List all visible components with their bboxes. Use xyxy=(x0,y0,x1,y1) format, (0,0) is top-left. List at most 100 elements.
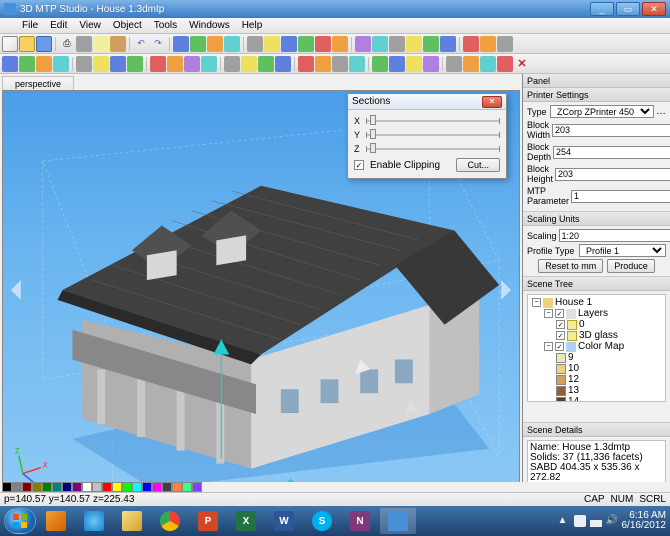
taskbar-word[interactable]: W xyxy=(266,508,302,534)
zoom-icon[interactable] xyxy=(76,56,92,72)
menu-file[interactable]: File xyxy=(16,20,44,31)
render-icon[interactable] xyxy=(184,56,200,72)
reset-button[interactable]: Reset to mm xyxy=(538,259,603,273)
sections-dialog[interactable]: Sections ✕ X Y Z xyxy=(347,93,507,179)
menu-tools[interactable]: Tools xyxy=(148,20,183,31)
texture-icon[interactable] xyxy=(349,56,365,72)
close-button[interactable]: ✕ xyxy=(642,2,666,16)
tool-e-icon[interactable] xyxy=(315,36,331,52)
extra-b-icon[interactable] xyxy=(463,56,479,72)
tool-h-icon[interactable] xyxy=(372,36,388,52)
tree-colormap-item[interactable]: 9 xyxy=(554,352,663,363)
color-swatch[interactable] xyxy=(82,482,92,492)
snap-icon[interactable] xyxy=(224,56,240,72)
taskbar-app-active[interactable] xyxy=(380,508,416,534)
close-document-icon[interactable]: ✕ xyxy=(514,56,530,72)
tool-k-icon[interactable] xyxy=(423,36,439,52)
redo-icon[interactable]: ↷ xyxy=(150,36,166,52)
pan-icon[interactable] xyxy=(93,56,109,72)
start-button[interactable] xyxy=(4,508,36,534)
color-swatch[interactable] xyxy=(22,482,32,492)
menu-view[interactable]: View xyxy=(73,20,107,31)
view-side-icon[interactable] xyxy=(36,56,52,72)
tree-colormap-item[interactable]: 12 xyxy=(554,374,663,385)
align-icon[interactable] xyxy=(241,56,257,72)
tool-a-icon[interactable] xyxy=(247,36,263,52)
menu-edit[interactable]: Edit xyxy=(44,20,73,31)
printer-type-select[interactable]: ZCorp ZPrinter 450 xyxy=(550,105,654,118)
color-swatch[interactable] xyxy=(182,482,192,492)
move-icon[interactable] xyxy=(190,36,206,52)
taskbar-excel[interactable]: X xyxy=(228,508,264,534)
3d-viewport[interactable]: x z y Sections ✕ X xyxy=(2,90,520,490)
color-swatch[interactable] xyxy=(42,482,52,492)
rotate-icon[interactable] xyxy=(207,36,223,52)
tool-l-icon[interactable] xyxy=(440,36,456,52)
tool-d-icon[interactable] xyxy=(298,36,314,52)
tray-network-icon[interactable] xyxy=(590,515,602,527)
tree-layer-0[interactable]: ✓0 xyxy=(554,319,663,330)
tree-root[interactable]: −House 1 xyxy=(530,297,663,308)
sections-close-button[interactable]: ✕ xyxy=(482,96,502,108)
block-depth-input[interactable] xyxy=(553,146,670,159)
tool-c-icon[interactable] xyxy=(281,36,297,52)
section-x-slider[interactable] xyxy=(366,120,500,122)
cut-icon[interactable] xyxy=(76,36,92,52)
settings-icon[interactable] xyxy=(406,56,422,72)
section-y-slider[interactable] xyxy=(366,134,500,136)
measure-icon[interactable] xyxy=(258,56,274,72)
color-swatch[interactable] xyxy=(192,482,202,492)
menu-object[interactable]: Object xyxy=(107,20,148,31)
color-swatch[interactable] xyxy=(2,482,12,492)
shade-icon[interactable] xyxy=(150,56,166,72)
scale-icon[interactable] xyxy=(224,36,240,52)
save-icon[interactable] xyxy=(36,36,52,52)
tool-f-icon[interactable] xyxy=(332,36,348,52)
color-swatch[interactable] xyxy=(112,482,122,492)
color-swatch[interactable] xyxy=(152,482,162,492)
open-icon[interactable] xyxy=(19,36,35,52)
tree-colormap-item[interactable]: 14 xyxy=(554,396,663,402)
section-z-slider[interactable] xyxy=(366,148,500,150)
taskbar-explorer[interactable] xyxy=(114,508,150,534)
block-height-input[interactable] xyxy=(555,168,670,181)
grid-icon[interactable] xyxy=(201,56,217,72)
color-swatch[interactable] xyxy=(52,482,62,492)
taskbar-onenote[interactable]: N xyxy=(342,508,378,534)
tool-n-icon[interactable] xyxy=(480,36,496,52)
taskbar-media-player[interactable] xyxy=(38,508,74,534)
print-icon[interactable]: ⎙ xyxy=(59,36,75,52)
taskbar-ie[interactable] xyxy=(76,508,112,534)
tree-layers[interactable]: −✓Layers xyxy=(542,308,663,319)
viewport-tab[interactable]: perspective xyxy=(2,76,74,90)
view-persp-icon[interactable] xyxy=(53,56,69,72)
tool-b-icon[interactable] xyxy=(264,36,280,52)
color-swatch[interactable] xyxy=(62,482,72,492)
minimize-button[interactable]: _ xyxy=(590,2,614,16)
tree-colormap-item[interactable]: 13 xyxy=(554,385,663,396)
view-top-icon[interactable] xyxy=(2,56,18,72)
produce-button[interactable]: Produce xyxy=(607,259,655,273)
color-swatch[interactable] xyxy=(72,482,82,492)
export-icon[interactable] xyxy=(372,56,388,72)
tool-m-icon[interactable] xyxy=(463,36,479,52)
color-swatch[interactable] xyxy=(92,482,102,492)
extra-c-icon[interactable] xyxy=(480,56,496,72)
color-swatch[interactable] xyxy=(172,482,182,492)
wire-icon[interactable] xyxy=(167,56,183,72)
paste-icon[interactable] xyxy=(110,36,126,52)
tool-j-icon[interactable] xyxy=(406,36,422,52)
color-swatch[interactable] xyxy=(162,482,172,492)
color-swatch[interactable] xyxy=(102,482,112,492)
color-swatch[interactable] xyxy=(142,482,152,492)
block-width-input[interactable] xyxy=(552,124,670,137)
help-icon[interactable] xyxy=(423,56,439,72)
taskbar-chrome[interactable] xyxy=(152,508,188,534)
light-icon[interactable] xyxy=(298,56,314,72)
scaling-input[interactable] xyxy=(559,229,670,242)
orbit-icon[interactable] xyxy=(110,56,126,72)
scene-tree[interactable]: −House 1 −✓Layers ✓0 ✓3D glass −✓Color M… xyxy=(527,294,666,402)
view-front-icon[interactable] xyxy=(19,56,35,72)
select-icon[interactable] xyxy=(173,36,189,52)
tool-g-icon[interactable] xyxy=(355,36,371,52)
